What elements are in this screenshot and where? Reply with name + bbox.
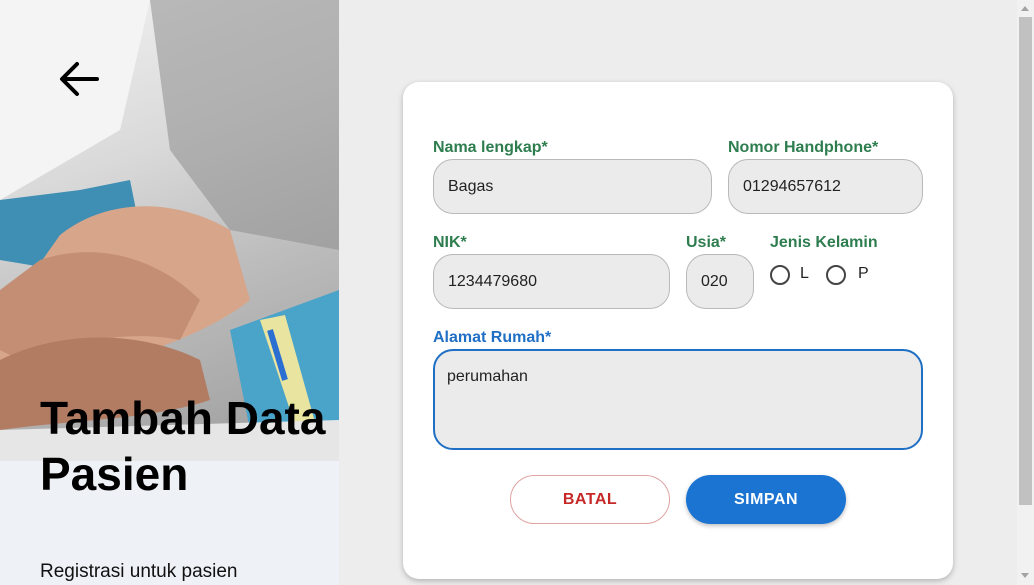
name-label: Nama lengkap* (433, 139, 548, 156)
cancel-button[interactable]: BATAL (510, 475, 670, 524)
gender-option-l-label: L (800, 265, 809, 282)
scroll-up-icon[interactable] (1021, 6, 1029, 11)
hero-panel: Tambah Data Pasien Registrasi untuk pasi… (0, 0, 339, 585)
name-input[interactable] (433, 159, 712, 214)
gender-radio-p[interactable] (826, 265, 846, 285)
patient-form-card: Nama lengkap* Nomor Handphone* NIK* Usia… (403, 82, 953, 579)
phone-input[interactable] (728, 159, 923, 214)
gender-option-p-label: P (858, 265, 869, 282)
nik-label: NIK* (433, 234, 467, 251)
phone-label: Nomor Handphone* (728, 139, 879, 156)
gender-radio-l[interactable] (770, 265, 790, 285)
gender-label: Jenis Kelamin (770, 234, 878, 251)
save-button[interactable]: SIMPAN (686, 475, 846, 524)
page-title: Tambah Data Pasien (40, 392, 326, 500)
scroll-down-icon[interactable] (1021, 573, 1029, 578)
page-scrollbar[interactable] (1017, 0, 1034, 585)
back-button[interactable] (56, 56, 102, 102)
nik-input[interactable] (433, 254, 670, 309)
age-input[interactable] (686, 254, 754, 309)
age-label: Usia* (686, 234, 727, 251)
arrow-left-icon (60, 62, 99, 96)
address-textarea[interactable]: perumahan (433, 349, 923, 450)
address-label: Alamat Rumah* (433, 329, 552, 346)
scrollbar-thumb[interactable] (1019, 17, 1032, 505)
page-subtitle: Registrasi untuk pasien (40, 561, 238, 582)
